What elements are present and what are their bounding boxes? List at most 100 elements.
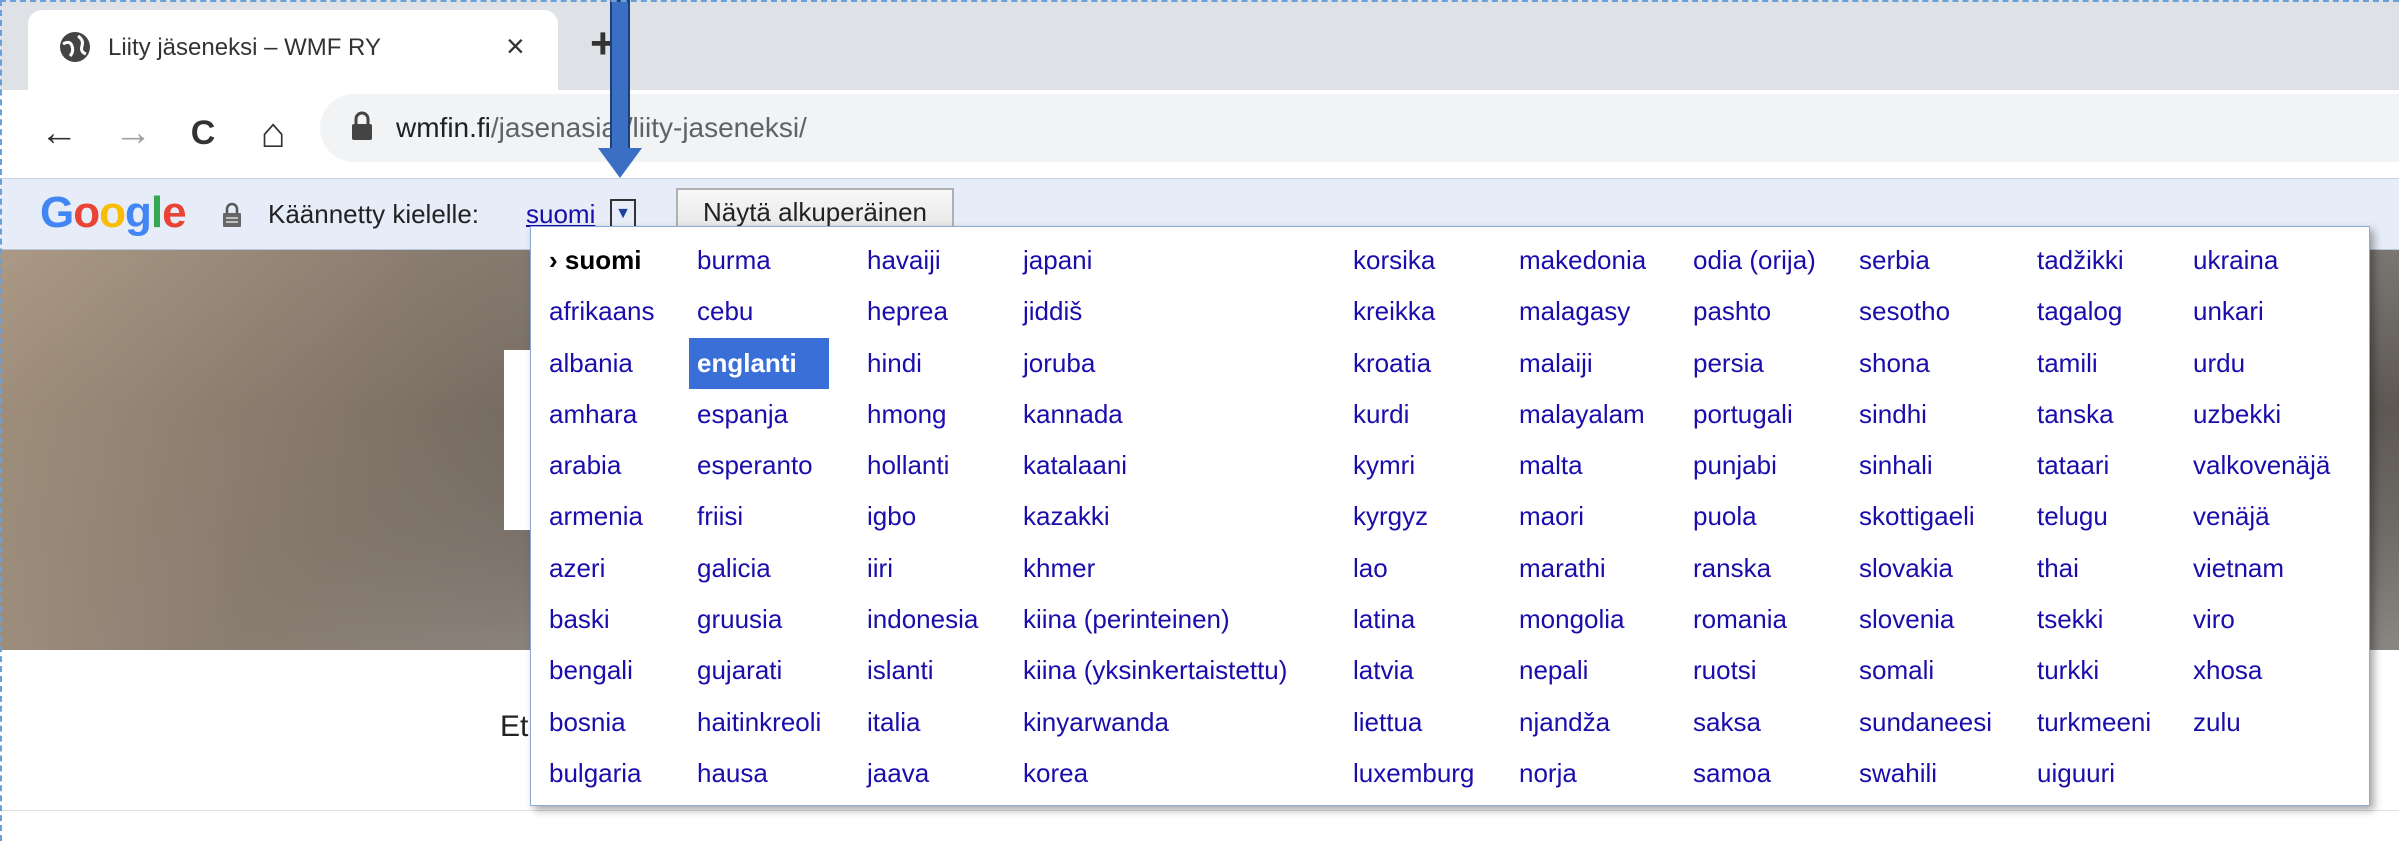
language-option[interactable]: pashto xyxy=(1685,286,1824,337)
language-option[interactable]: armenia xyxy=(541,491,663,542)
language-option[interactable]: baski xyxy=(541,594,663,645)
language-option[interactable]: bengali xyxy=(541,645,663,696)
language-option[interactable]: ukraina xyxy=(2185,235,2338,286)
language-option[interactable]: tamili xyxy=(2029,338,2159,389)
language-option[interactable]: lao xyxy=(1345,543,1482,594)
language-option[interactable]: italia xyxy=(859,697,986,748)
language-option[interactable]: jaava xyxy=(859,748,986,799)
language-option[interactable]: heprea xyxy=(859,286,986,337)
language-option[interactable]: havaiji xyxy=(859,235,986,286)
language-option[interactable]: korea xyxy=(1015,748,1295,799)
language-option[interactable]: kazakki xyxy=(1015,491,1295,542)
language-option[interactable]: ruotsi xyxy=(1685,645,1824,696)
language-option[interactable]: maori xyxy=(1511,491,1654,542)
language-option[interactable]: puola xyxy=(1685,491,1824,542)
language-option[interactable]: samoa xyxy=(1685,748,1824,799)
language-option[interactable]: arabia xyxy=(541,440,663,491)
language-option[interactable]: valkovenäjä xyxy=(2185,440,2338,491)
language-option[interactable]: uiguuri xyxy=(2029,748,2159,799)
language-option[interactable]: amhara xyxy=(541,389,663,440)
language-option[interactable]: vietnam xyxy=(2185,543,2338,594)
language-option[interactable]: kroatia xyxy=(1345,338,1482,389)
language-option[interactable]: mongolia xyxy=(1511,594,1654,645)
language-option[interactable]: bosnia xyxy=(541,697,663,748)
tab-close-icon[interactable]: × xyxy=(506,28,525,64)
language-option[interactable]: englanti xyxy=(689,337,830,389)
language-dropdown-toggle[interactable]: ▼ xyxy=(610,199,636,229)
language-option[interactable]: gujarati xyxy=(689,645,829,696)
language-option[interactable]: latina xyxy=(1345,594,1482,645)
language-option[interactable]: zulu xyxy=(2185,697,2338,748)
browser-tab[interactable]: Liity jäseneksi – WMF RY × xyxy=(28,10,558,90)
language-option[interactable]: punjabi xyxy=(1685,440,1824,491)
url-text[interactable]: wmfin.fi/jasenasiat/liity-jaseneksi/ xyxy=(396,110,807,146)
language-option[interactable]: azeri xyxy=(541,543,663,594)
language-option[interactable]: norja xyxy=(1511,748,1654,799)
language-option[interactable]: unkari xyxy=(2185,286,2338,337)
language-option[interactable]: kiina (perinteinen) xyxy=(1015,594,1295,645)
language-option[interactable]: kannada xyxy=(1015,389,1295,440)
language-option[interactable]: gruusia xyxy=(689,594,829,645)
language-option[interactable]: ranska xyxy=(1685,543,1824,594)
language-option[interactable]: japani xyxy=(1015,235,1295,286)
reload-button[interactable]: C xyxy=(178,108,228,158)
language-option[interactable]: kreikka xyxy=(1345,286,1482,337)
language-option[interactable]: sesotho xyxy=(1851,286,2000,337)
language-option[interactable]: swahili xyxy=(1851,748,2000,799)
language-option[interactable]: viro xyxy=(2185,594,2338,645)
language-option[interactable]: kurdi xyxy=(1345,389,1482,440)
language-option[interactable]: tanska xyxy=(2029,389,2159,440)
language-option[interactable]: kinyarwanda xyxy=(1015,697,1295,748)
home-button[interactable]: ⌂ xyxy=(248,108,298,158)
language-option[interactable]: romania xyxy=(1685,594,1824,645)
language-option[interactable]: tagalog xyxy=(2029,286,2159,337)
language-option[interactable]: malta xyxy=(1511,440,1654,491)
back-button[interactable]: ← xyxy=(34,108,84,158)
language-option[interactable]: kymri xyxy=(1345,440,1482,491)
language-option[interactable]: luxemburg xyxy=(1345,748,1482,799)
language-option[interactable]: indonesia xyxy=(859,594,986,645)
language-option[interactable]: korsika xyxy=(1345,235,1482,286)
language-option[interactable]: saksa xyxy=(1685,697,1824,748)
language-option[interactable]: telugu xyxy=(2029,491,2159,542)
language-option[interactable]: katalaani xyxy=(1015,440,1295,491)
language-option[interactable]: serbia xyxy=(1851,235,2000,286)
language-option[interactable]: friisi xyxy=(689,491,829,542)
language-option[interactable]: urdu xyxy=(2185,338,2338,389)
language-option[interactable]: tataari xyxy=(2029,440,2159,491)
language-option[interactable]: burma xyxy=(689,235,829,286)
language-option[interactable]: njandža xyxy=(1511,697,1654,748)
forward-button[interactable]: → xyxy=(108,108,158,158)
language-option[interactable]: makedonia xyxy=(1511,235,1654,286)
language-option[interactable]: kyrgyz xyxy=(1345,491,1482,542)
language-option[interactable]: bulgaria xyxy=(541,748,663,799)
language-option[interactable]: galicia xyxy=(689,543,829,594)
language-option[interactable]: malayalam xyxy=(1511,389,1654,440)
language-option[interactable]: esperanto xyxy=(689,440,829,491)
language-option[interactable]: khmer xyxy=(1015,543,1295,594)
language-option[interactable]: portugali xyxy=(1685,389,1824,440)
language-option[interactable]: malaiji xyxy=(1511,338,1654,389)
language-option[interactable]: sinhali xyxy=(1851,440,2000,491)
language-option[interactable]: espanja xyxy=(689,389,829,440)
language-option[interactable]: marathi xyxy=(1511,543,1654,594)
language-option[interactable]: › suomi xyxy=(541,235,663,286)
language-option[interactable]: skottigaeli xyxy=(1851,491,2000,542)
language-option[interactable]: slovenia xyxy=(1851,594,2000,645)
language-option[interactable]: islanti xyxy=(859,645,986,696)
language-option[interactable]: shona xyxy=(1851,338,2000,389)
language-option[interactable]: hmong xyxy=(859,389,986,440)
language-option[interactable]: hausa xyxy=(689,748,829,799)
language-option[interactable]: xhosa xyxy=(2185,645,2338,696)
language-option[interactable]: tadžikki xyxy=(2029,235,2159,286)
language-option[interactable]: igbo xyxy=(859,491,986,542)
language-option[interactable]: liettua xyxy=(1345,697,1482,748)
language-option[interactable]: latvia xyxy=(1345,645,1482,696)
language-option[interactable]: hollanti xyxy=(859,440,986,491)
language-option[interactable]: somali xyxy=(1851,645,2000,696)
language-option[interactable]: sindhi xyxy=(1851,389,2000,440)
language-option[interactable]: cebu xyxy=(689,286,829,337)
language-option[interactable]: turkki xyxy=(2029,645,2159,696)
language-option[interactable]: tsekki xyxy=(2029,594,2159,645)
language-option[interactable]: afrikaans xyxy=(541,286,663,337)
